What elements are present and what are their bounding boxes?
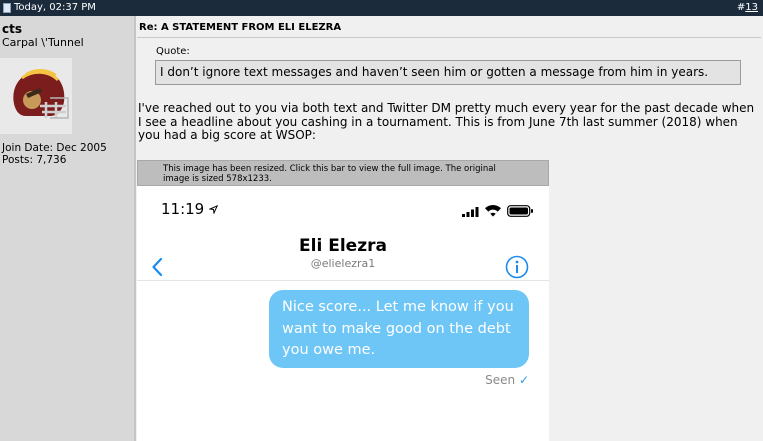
post-number-link[interactable]: #13: [737, 0, 758, 16]
post-count: Posts: 7,736: [2, 154, 67, 166]
post-body-line: I see a headline about you cashing in a …: [138, 114, 738, 129]
avatar[interactable]: [0, 58, 72, 134]
post-number-prefix: #: [736, 2, 746, 13]
username-link[interactable]: cts: [2, 22, 22, 36]
forum-post: Today, 02:37 PM #13 cts Carpal \'Tunnel …: [0, 0, 763, 441]
image-resize-bar[interactable]: This image has been resized. Click this …: [137, 160, 549, 186]
status-bar-time: 11:19: [161, 200, 219, 218]
post-title: Re: A STATEMENT FROM ELI ELEZRA: [139, 22, 342, 33]
bubble-line: Nice score... Let me know if you: [282, 299, 514, 315]
contact-handle: @elielezra1: [310, 257, 376, 270]
message-bubble: Nice score... Let me know if you want to…: [269, 290, 529, 368]
wifi-icon: [485, 205, 501, 217]
signal-bars-icon: [462, 207, 479, 217]
quote-label: Quote:: [156, 46, 190, 57]
post-body-line: you had a big score at WSOP:: [138, 128, 316, 142]
bubble-line: you owe me.: [282, 342, 376, 358]
battery-icon: [507, 205, 533, 217]
post-header-bar: Today, 02:37 PM #13: [0, 0, 763, 16]
info-icon[interactable]: [505, 255, 529, 279]
read-receipt: Seen ✓: [485, 373, 529, 387]
document-icon: [3, 3, 11, 13]
nav-divider: [137, 280, 549, 281]
message-panel: Re: A STATEMENT FROM ELI ELEZRA Quote: I…: [136, 16, 763, 441]
embedded-screenshot[interactable]: 11:19 Eli Elezra @elielezra1 Nice score.…: [137, 186, 549, 441]
post-number: 13: [745, 2, 758, 13]
resize-notice-line: image is sized 578x1233.: [163, 174, 272, 184]
bubble-line: want to make good on the debt: [282, 320, 511, 337]
checkmark-icon: ✓: [518, 373, 529, 387]
contact-name: Eli Elezra: [299, 236, 387, 256]
resize-notice-line: This image has been resized. Click this …: [163, 164, 496, 174]
location-arrow-icon: [208, 204, 219, 215]
user-info-panel: cts Carpal \'Tunnel Join Date: Dec 2005 …: [0, 16, 134, 441]
resize-notice-text: This image has been resized. Click this …: [163, 164, 543, 184]
join-date: Join Date: Dec 2005: [2, 142, 107, 154]
post-body-line: I've reached out to you via both text an…: [138, 101, 755, 115]
quote-box: I don’t ignore text messages and haven’t…: [155, 60, 741, 85]
status-time-text: 11:19: [161, 200, 205, 218]
user-title: Carpal \'Tunnel: [2, 36, 84, 49]
post-body: I've reached out to you via both text an…: [138, 101, 760, 143]
read-receipt-text: Seen: [485, 373, 516, 387]
post-date: Today, 02:37 PM: [14, 2, 96, 13]
title-divider: [137, 37, 761, 38]
